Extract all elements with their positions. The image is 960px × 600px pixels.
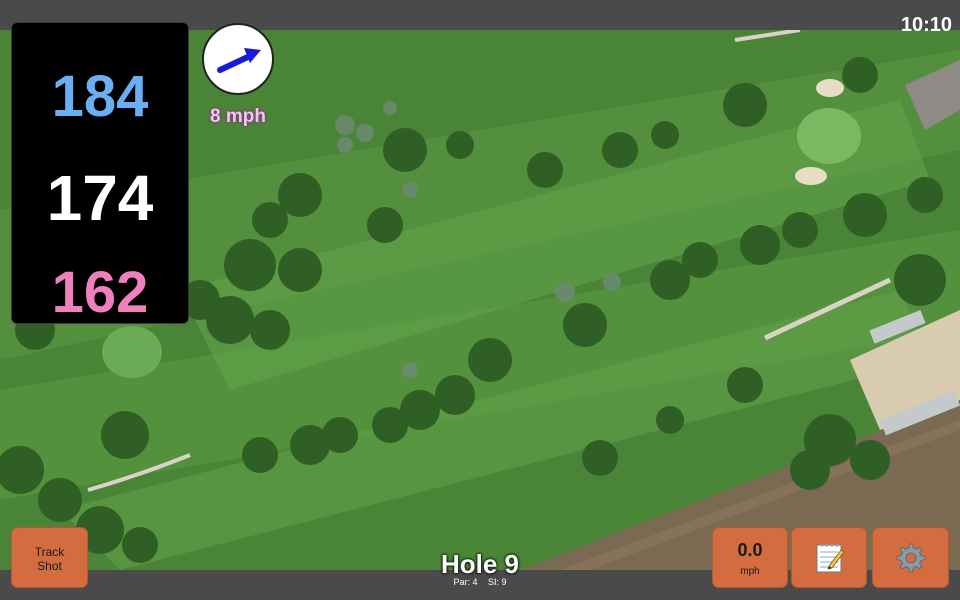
hole-meta: Par: 4 SI: 9 [420, 577, 540, 587]
speed-button[interactable]: 0.0 mph [712, 527, 788, 588]
hole-par: Par: 4 [453, 577, 478, 587]
notepad-icon [816, 543, 845, 573]
hole-title: Hole 9 [440, 549, 520, 579]
speed-value: 0.0 [737, 540, 763, 560]
speed-unit: mph [740, 566, 760, 577]
track-shot-label-line2: Shot [37, 559, 62, 573]
distance-panel: 184 174 162 [11, 22, 189, 325]
notes-button[interactable] [791, 527, 867, 588]
track-shot-label-line1: Track [34, 545, 65, 559]
gear-icon [896, 543, 926, 573]
hole-stroke-index: SI: 9 [488, 577, 507, 587]
wind-indicator [202, 23, 274, 95]
distance-back: 184 [51, 64, 149, 129]
wind-direction-arrow-icon [217, 48, 261, 73]
status-clock: 10:10 [900, 14, 952, 36]
track-shot-button[interactable]: Track Shot [11, 527, 88, 588]
wind-speed-label: 8 mph [210, 106, 266, 127]
distance-front: 162 [51, 260, 149, 325]
settings-button[interactable] [872, 527, 949, 588]
distance-middle: 174 [46, 162, 154, 234]
